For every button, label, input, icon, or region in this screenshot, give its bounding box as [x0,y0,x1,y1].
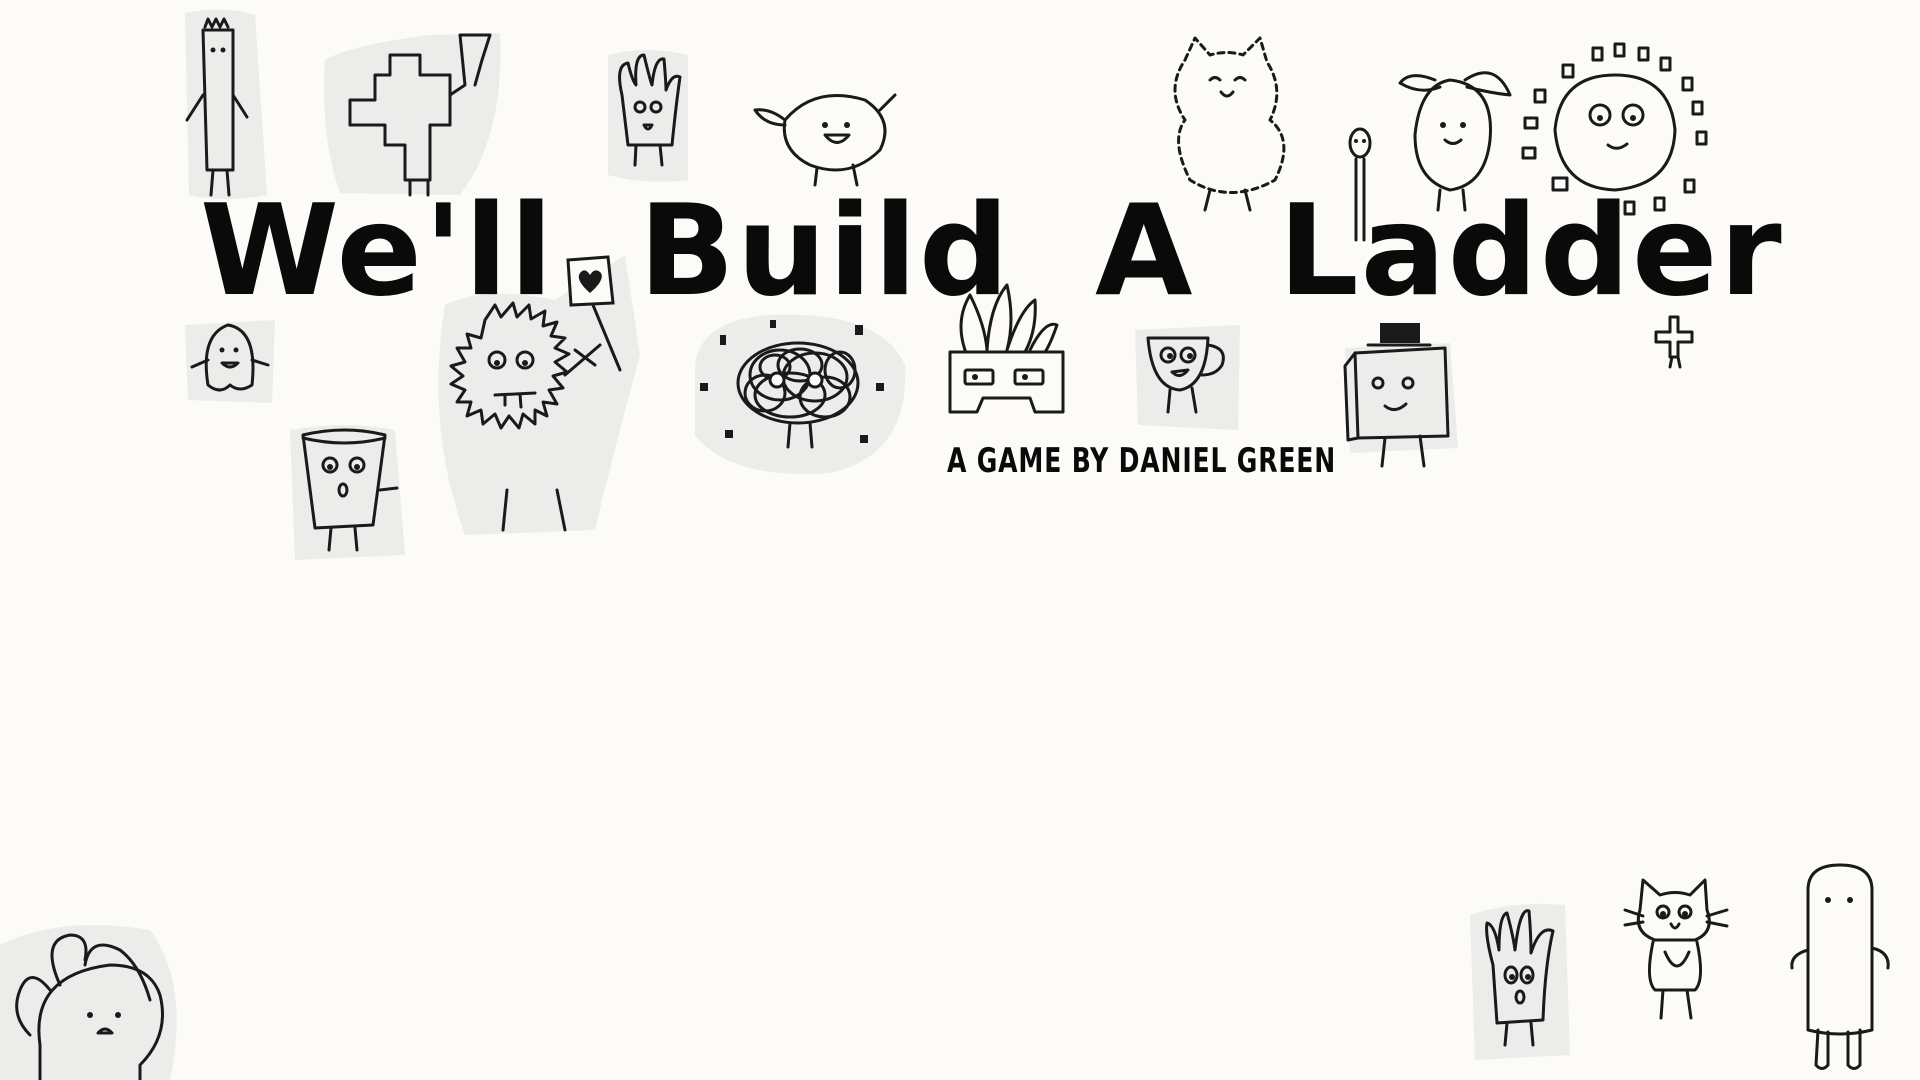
title-screen: We'll Build A Ladder A GAME BY DANIEL GR… [0,0,1920,1080]
game-title: We'll Build A Ladder [200,177,1784,324]
hand-creature-icon [608,50,688,182]
lemon-creature-icon [753,93,897,187]
peeking-creature-icon [0,925,177,1080]
tall-cylinder-creature-icon [1790,863,1890,1070]
scribble-creature-icon [695,314,906,474]
game-subtitle: A GAME BY DANIEL GREEN [947,441,1337,481]
tall-block-character-icon [185,9,267,200]
paper-cup-creature-icon [290,425,405,560]
glove-creature-icon [1470,903,1570,1060]
mug-creature-icon [1135,325,1240,430]
ghost-blob-icon [185,320,275,403]
hat-box-creature-icon [1343,323,1458,468]
cat-with-bib-icon [1623,878,1729,1020]
